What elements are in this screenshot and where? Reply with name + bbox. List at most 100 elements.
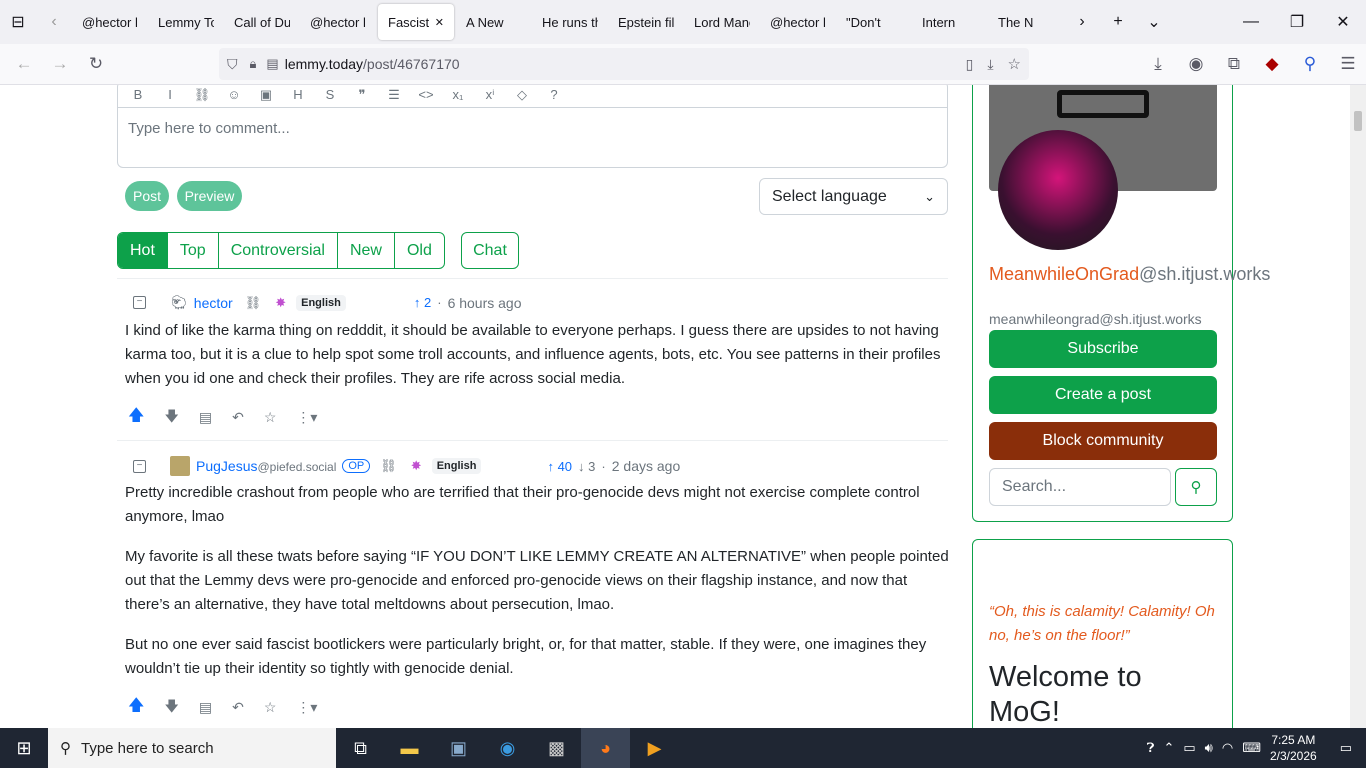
browser-tab[interactable]: Lord Manc [684,4,760,40]
block-community-button[interactable]: Block community [989,422,1217,460]
page-scrollbar[interactable] [1350,85,1366,728]
windows-start-icon[interactable]: ⊞ [0,728,48,768]
account-icon[interactable]: ◉ [1178,48,1214,80]
downvote-icon[interactable]: 🡇 [164,696,178,720]
editor-tool-icon[interactable]: ☺ [224,87,244,102]
close-tab-icon[interactable]: ✕ [435,16,444,29]
browser-tab[interactable]: A New [456,4,532,40]
close-window-icon[interactable]: ✕ [1320,4,1366,40]
address-bar[interactable]: ⛉ 🔒︎ ▤ lemmy.today/post/46767170 ▯ ⤓ ☆ [219,48,1029,80]
search-icon[interactable]: ⚲ [1175,468,1217,506]
photos-icon[interactable]: ▣ [434,728,483,768]
browser-tab[interactable]: Intern [912,4,988,40]
comment-input[interactable]: Type here to comment... [118,108,947,149]
new-tab-icon[interactable]: + [1100,4,1136,40]
comment-username[interactable]: PugJesus@piefed.social [196,458,336,474]
collapse-icon[interactable]: − [133,459,146,473]
editor-tool-icon[interactable]: ❞ [352,87,372,103]
view-source-icon[interactable]: ▤ [199,409,212,426]
subscribe-button[interactable]: Subscribe [989,330,1217,368]
upvote-icon[interactable]: 🡅 [128,694,144,721]
reload-icon[interactable]: ↻ [78,48,114,80]
editor-tool-icon[interactable]: B [128,87,148,102]
help-icon[interactable]: ❓︎ [1147,740,1155,756]
task-view-icon[interactable]: ⧉ [336,728,385,768]
link-icon[interactable]: ⛓ [380,458,397,474]
community-name[interactable]: MeanwhileOnGrad@sh.itjust.works [989,262,1270,286]
browser-tab[interactable]: Lemmy To [148,4,224,40]
editor-tool-icon[interactable]: x₁ [448,87,468,102]
search-extension-icon[interactable]: ⚲ [1292,48,1328,80]
language-select[interactable]: Select language ⌄ [759,178,948,215]
link-icon[interactable]: ⛓ [245,295,262,311]
comment-username[interactable]: hector [194,295,233,311]
editor-tool-icon[interactable]: ▣ [256,87,276,103]
reply-icon[interactable]: ↶ [232,409,244,426]
upvote-icon[interactable]: 🡅 [128,404,144,431]
browser-tab[interactable]: Call of Dut [224,4,300,40]
taskbar-search[interactable]: ⚲ Type here to search [48,728,336,768]
editor-tool-icon[interactable]: ? [544,87,564,102]
create-post-button[interactable]: Create a post [989,376,1217,414]
browser-tab[interactable]: The N [988,4,1064,40]
fediverse-icon[interactable]: ✸ [411,458,422,474]
browser-tab[interactable]: Epstein file [608,4,684,40]
tab-list-dropdown-icon[interactable]: ⌄ [1136,4,1172,40]
sidebar-search-input[interactable]: Search... [989,468,1171,506]
bookmark-star-icon[interactable]: ☆ [1008,55,1021,73]
tab-overview-icon[interactable]: ⊟ [0,4,36,40]
editor-tool-icon[interactable]: I [160,87,180,102]
notifications-icon[interactable]: ▭ [1340,740,1352,756]
scrollbar-thumb[interactable] [1354,111,1362,131]
save-to-pocket-icon[interactable]: ⤓ [987,56,993,73]
editor-tool-icon[interactable]: S [320,87,340,102]
sort-old[interactable]: Old [395,233,444,268]
sort-controversial[interactable]: Controversial [219,233,338,268]
downvote-icon[interactable]: 🡇 [164,406,178,430]
sort-new[interactable]: New [338,233,395,268]
volume-icon[interactable]: 🔊︎ [1205,740,1213,756]
reader-view-icon[interactable]: ▯ [966,56,974,73]
browser-tab[interactable]: Fascist l ✕ [378,4,454,40]
fediverse-icon[interactable]: ✸ [275,295,286,311]
edge-icon[interactable]: ◉ [483,728,532,768]
preview-button[interactable]: Preview [177,181,242,211]
collapse-icon[interactable]: − [133,296,146,309]
file-explorer-icon[interactable]: ▬ [385,728,434,768]
sort-top[interactable]: Top [168,233,219,268]
forward-icon[interactable]: → [42,48,78,80]
page-info-icon[interactable]: ▤ [266,56,278,72]
app-icon[interactable]: ▩ [532,728,581,768]
browser-tab[interactable]: @hector l [300,4,376,40]
browser-tab[interactable]: @hector l [72,4,148,40]
tab-scroll-left-icon[interactable]: ‹ [36,4,72,40]
editor-tool-icon[interactable]: ⛓ [192,87,212,103]
browser-tab[interactable]: He runs th [532,4,608,40]
view-source-icon[interactable]: ▤ [199,699,212,716]
editor-tool-icon[interactable]: <> [416,87,436,102]
save-star-icon[interactable]: ☆ [264,409,277,426]
sort-hot[interactable]: Hot [118,233,168,268]
restore-icon[interactable]: ❐ [1274,4,1320,40]
lock-icon[interactable]: 🔒︎ [250,56,257,72]
clock[interactable]: 7:25 AM 2/3/2026 [1270,732,1317,764]
ublock-icon[interactable]: ◆ [1254,48,1290,80]
editor-tool-icon[interactable]: ☰ [384,87,404,103]
save-star-icon[interactable]: ☆ [264,699,277,716]
minimize-icon[interactable]: — [1228,4,1274,40]
post-button[interactable]: Post [125,181,169,211]
reply-icon[interactable]: ↶ [232,699,244,716]
show-hidden-icons[interactable]: ⌃ [1163,740,1174,756]
extensions-icon[interactable]: ⧉ [1216,48,1252,80]
more-options-icon[interactable]: ⋮▾ [296,699,317,716]
downloads-icon[interactable]: ⤓ [1140,48,1176,80]
tab-scroll-right-icon[interactable]: › [1064,4,1100,40]
chat-button[interactable]: Chat [461,232,519,269]
battery-icon[interactable]: ▭ [1183,740,1195,756]
shield-icon[interactable]: ⛉ [227,56,238,73]
wifi-icon[interactable]: ◠ [1222,740,1233,756]
browser-tab[interactable]: @hector l [760,4,836,40]
firefox-icon[interactable]: ◕ [581,728,630,768]
editor-tool-icon[interactable]: xⁱ [480,87,500,103]
more-options-icon[interactable]: ⋮▾ [296,409,317,426]
